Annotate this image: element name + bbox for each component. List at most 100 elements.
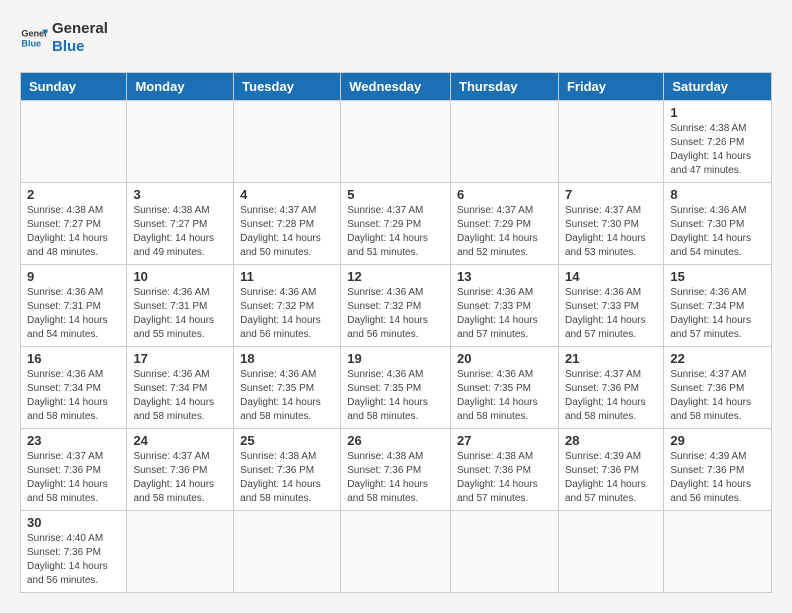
day-info: Sunrise: 4:36 AM Sunset: 7:34 PM Dayligh… — [27, 368, 120, 424]
day-info: Sunrise: 4:40 AM Sunset: 7:36 PM Dayligh… — [27, 532, 120, 588]
calendar-cell: 23Sunrise: 4:37 AM Sunset: 7:36 PM Dayli… — [21, 429, 127, 511]
day-number: 13 — [457, 269, 552, 284]
day-number: 19 — [347, 351, 444, 366]
calendar-cell — [234, 511, 341, 593]
calendar-cell: 18 Sunrise: 4:36 AM Sunset: 7:35 PM Dayli… — [234, 347, 341, 429]
calendar-cell: 13 Sunrise: 4:36 AM Sunset: 7:33 PM Dayli… — [451, 265, 559, 347]
calendar-cell — [558, 511, 663, 593]
day-info: Sunrise: 4:36 AM Sunset: 7:32 PM Dayligh… — [347, 286, 444, 342]
svg-text:Blue: Blue — [21, 38, 41, 48]
day-info: Sunrise: 4:38 AM Sunset: 7:27 PM Dayligh… — [133, 204, 227, 260]
day-info: Sunrise: 4:36 AM Sunset: 7:30 PM Dayligh… — [670, 204, 765, 260]
day-number: 2 — [27, 187, 120, 202]
calendar-cell: 14 Sunrise: 4:36 AM Sunset: 7:33 PM Dayli… — [558, 265, 663, 347]
weekday-header-wednesday: Wednesday — [341, 73, 451, 101]
day-number: 9 — [27, 269, 120, 284]
calendar-cell: 17 Sunrise: 4:36 AM Sunset: 7:34 PM Dayli… — [127, 347, 234, 429]
logo-blue: Blue — [52, 38, 108, 56]
logo: General Blue General Blue — [20, 20, 108, 56]
calendar-table: SundayMondayTuesdayWednesdayThursdayFrid… — [20, 72, 772, 593]
calendar-cell: 2Sunrise: 4:38 AM Sunset: 7:27 PM Daylig… — [21, 183, 127, 265]
day-number: 15 — [670, 269, 765, 284]
day-info: Sunrise: 4:37 AM Sunset: 7:36 PM Dayligh… — [27, 450, 120, 506]
day-info: Sunrise: 4:36 AM Sunset: 7:34 PM Dayligh… — [133, 368, 227, 424]
day-info: Sunrise: 4:37 AM Sunset: 7:36 PM Dayligh… — [670, 368, 765, 424]
calendar-cell — [451, 101, 559, 183]
day-number: 24 — [133, 433, 227, 448]
logo-general: General — [52, 20, 108, 38]
calendar-cell: 6Sunrise: 4:37 AM Sunset: 7:29 PM Daylig… — [451, 183, 559, 265]
day-info: Sunrise: 4:37 AM Sunset: 7:29 PM Dayligh… — [347, 204, 444, 260]
calendar-cell: 12 Sunrise: 4:36 AM Sunset: 7:32 PM Dayli… — [341, 265, 451, 347]
day-number: 8 — [670, 187, 765, 202]
weekday-header-tuesday: Tuesday — [234, 73, 341, 101]
calendar-cell — [451, 511, 559, 593]
weekday-header-thursday: Thursday — [451, 73, 559, 101]
calendar-cell: 4Sunrise: 4:37 AM Sunset: 7:28 PM Daylig… — [234, 183, 341, 265]
day-number: 7 — [565, 187, 657, 202]
calendar-cell: 27Sunrise: 4:38 AM Sunset: 7:36 PM Dayli… — [451, 429, 559, 511]
calendar-cell: 3 Sunrise: 4:38 AM Sunset: 7:27 PM Daylig… — [127, 183, 234, 265]
calendar-cell: 29 Sunrise: 4:39 AM Sunset: 7:36 PM Dayli… — [664, 429, 772, 511]
calendar-cell — [127, 101, 234, 183]
calendar-cell — [234, 101, 341, 183]
day-number: 17 — [133, 351, 227, 366]
calendar-cell: 25Sunrise: 4:38 AM Sunset: 7:36 PM Dayli… — [234, 429, 341, 511]
day-info: Sunrise: 4:36 AM Sunset: 7:35 PM Dayligh… — [457, 368, 552, 424]
day-info: Sunrise: 4:36 AM Sunset: 7:33 PM Dayligh… — [457, 286, 552, 342]
day-number: 16 — [27, 351, 120, 366]
calendar-cell: 22 Sunrise: 4:37 AM Sunset: 7:36 PM Dayli… — [664, 347, 772, 429]
calendar-cell: 11 Sunrise: 4:36 AM Sunset: 7:32 PM Dayli… — [234, 265, 341, 347]
calendar-cell — [21, 101, 127, 183]
calendar-cell — [341, 511, 451, 593]
day-number: 12 — [347, 269, 444, 284]
day-info: Sunrise: 4:37 AM Sunset: 7:36 PM Dayligh… — [565, 368, 657, 424]
day-info: Sunrise: 4:39 AM Sunset: 7:36 PM Dayligh… — [670, 450, 765, 506]
day-info: Sunrise: 4:37 AM Sunset: 7:29 PM Dayligh… — [457, 204, 552, 260]
calendar-cell: 28 Sunrise: 4:39 AM Sunset: 7:36 PM Dayli… — [558, 429, 663, 511]
day-info: Sunrise: 4:38 AM Sunset: 7:36 PM Dayligh… — [347, 450, 444, 506]
day-number: 27 — [457, 433, 552, 448]
day-info: Sunrise: 4:36 AM Sunset: 7:33 PM Dayligh… — [565, 286, 657, 342]
calendar-cell: 21Sunrise: 4:37 AM Sunset: 7:36 PM Dayli… — [558, 347, 663, 429]
day-number: 29 — [670, 433, 765, 448]
weekday-header-monday: Monday — [127, 73, 234, 101]
day-number: 1 — [670, 105, 765, 120]
calendar-cell: 19Sunrise: 4:36 AM Sunset: 7:35 PM Dayli… — [341, 347, 451, 429]
calendar-cell: 9Sunrise: 4:36 AM Sunset: 7:31 PM Daylig… — [21, 265, 127, 347]
calendar-cell: 15 Sunrise: 4:36 AM Sunset: 7:34 PM Dayli… — [664, 265, 772, 347]
day-number: 11 — [240, 269, 334, 284]
day-number: 5 — [347, 187, 444, 202]
day-number: 18 — [240, 351, 334, 366]
day-info: Sunrise: 4:37 AM Sunset: 7:28 PM Dayligh… — [240, 204, 334, 260]
day-info: Sunrise: 4:39 AM Sunset: 7:36 PM Dayligh… — [565, 450, 657, 506]
day-info: Sunrise: 4:37 AM Sunset: 7:30 PM Dayligh… — [565, 204, 657, 260]
header: General Blue General Blue — [20, 20, 772, 56]
day-number: 14 — [565, 269, 657, 284]
day-number: 20 — [457, 351, 552, 366]
day-info: Sunrise: 4:36 AM Sunset: 7:31 PM Dayligh… — [133, 286, 227, 342]
calendar-cell: 5 Sunrise: 4:37 AM Sunset: 7:29 PM Daylig… — [341, 183, 451, 265]
day-info: Sunrise: 4:36 AM Sunset: 7:32 PM Dayligh… — [240, 286, 334, 342]
day-number: 28 — [565, 433, 657, 448]
day-number: 22 — [670, 351, 765, 366]
calendar-cell — [127, 511, 234, 593]
calendar-cell: 8 Sunrise: 4:36 AM Sunset: 7:30 PM Daylig… — [664, 183, 772, 265]
day-info: Sunrise: 4:36 AM Sunset: 7:34 PM Dayligh… — [670, 286, 765, 342]
day-number: 3 — [133, 187, 227, 202]
day-number: 10 — [133, 269, 227, 284]
weekday-header-saturday: Saturday — [664, 73, 772, 101]
calendar-cell: 30Sunrise: 4:40 AM Sunset: 7:36 PM Dayli… — [21, 511, 127, 593]
day-info: Sunrise: 4:36 AM Sunset: 7:35 PM Dayligh… — [240, 368, 334, 424]
day-info: Sunrise: 4:37 AM Sunset: 7:36 PM Dayligh… — [133, 450, 227, 506]
calendar-cell: 26 Sunrise: 4:38 AM Sunset: 7:36 PM Dayli… — [341, 429, 451, 511]
calendar-cell: 20 Sunrise: 4:36 AM Sunset: 7:35 PM Dayli… — [451, 347, 559, 429]
day-number: 26 — [347, 433, 444, 448]
calendar-cell — [341, 101, 451, 183]
calendar-cell: 16 Sunrise: 4:36 AM Sunset: 7:34 PM Dayli… — [21, 347, 127, 429]
calendar-cell — [664, 511, 772, 593]
calendar-cell — [558, 101, 663, 183]
day-info: Sunrise: 4:38 AM Sunset: 7:26 PM Dayligh… — [670, 122, 765, 178]
day-number: 25 — [240, 433, 334, 448]
calendar-cell: 7 Sunrise: 4:37 AM Sunset: 7:30 PM Daylig… — [558, 183, 663, 265]
